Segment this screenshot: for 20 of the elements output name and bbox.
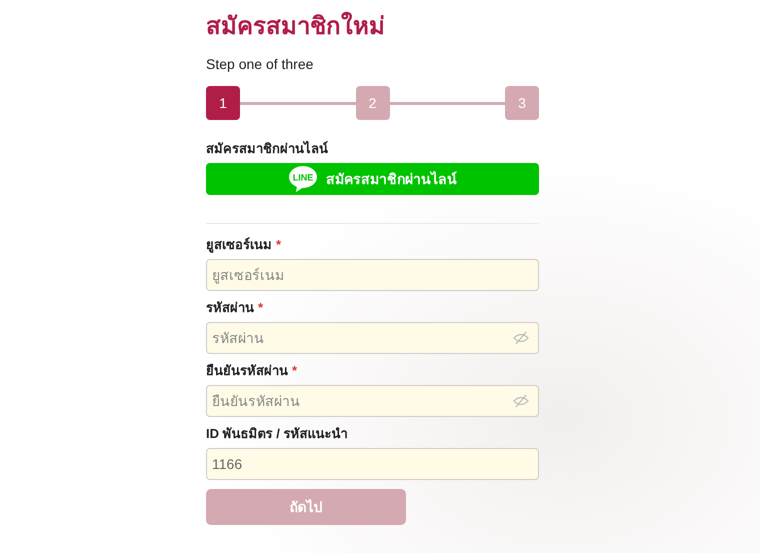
input-field[interactable]: ยืนยันรหัสผ่าน (206, 385, 539, 417)
input-field[interactable]: 1166 (206, 448, 539, 480)
required-asterisk: * (258, 300, 264, 315)
field-label: ยูสเซอร์เนม (206, 237, 272, 252)
required-asterisk: * (292, 363, 298, 378)
page-title: สมัครสมาชิกใหม่ (206, 12, 386, 42)
field-label: ID พันธมิตร / รหัสแนะนำ (206, 426, 348, 441)
step-caption: Step one of three (206, 56, 314, 72)
input-field[interactable]: รหัสผ่าน (206, 322, 539, 354)
required-asterisk: * (276, 237, 282, 252)
eye-slash-icon[interactable] (513, 331, 529, 345)
input-field[interactable]: ยูสเซอร์เนม (206, 259, 539, 291)
field-label: ยืนยันรหัสผ่าน (206, 363, 288, 378)
step-indicator[interactable]: 2 (356, 86, 390, 120)
eye-slash-icon[interactable] (513, 394, 529, 408)
step-indicator[interactable]: 1 (206, 86, 240, 120)
line-signup-label: สมัครสมาชิกผ่านไลน์ (206, 140, 329, 158)
line-signup-button[interactable]: LINE สมัครสมาชิกผ่านไลน์ (206, 163, 539, 195)
field-label: รหัสผ่าน (206, 300, 254, 315)
step-indicator[interactable]: 3 (505, 86, 539, 120)
